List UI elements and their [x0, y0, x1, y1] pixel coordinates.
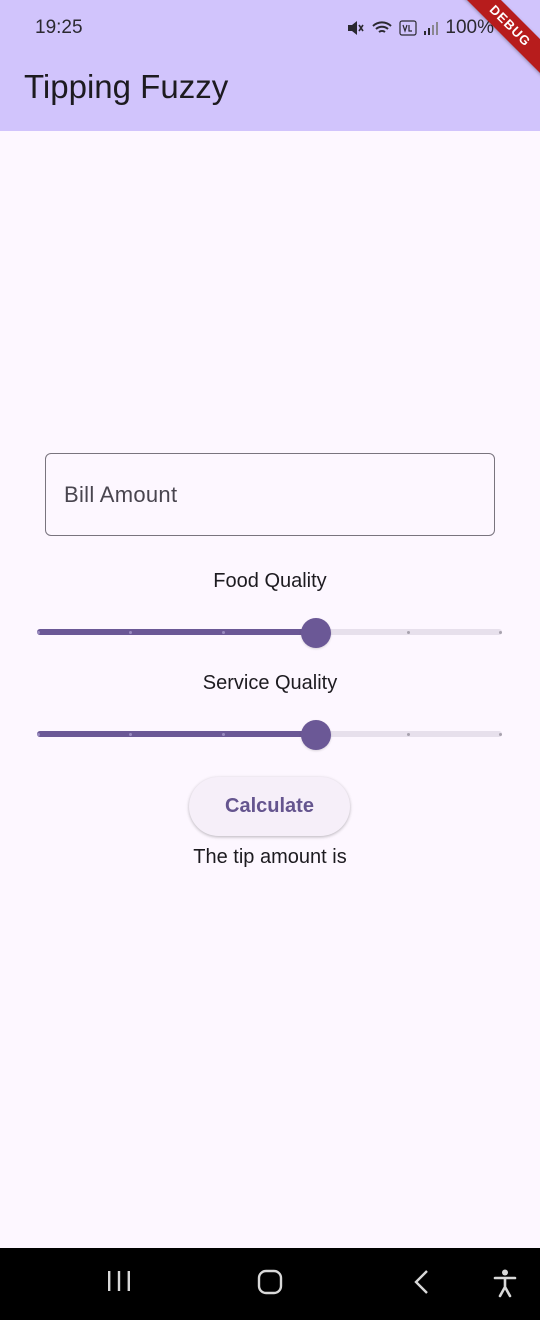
slider-tick [222, 631, 225, 634]
bill-amount-placeholder: Bill Amount [64, 482, 178, 507]
app-title: Tipping Fuzzy [24, 68, 229, 105]
slider-tick [37, 631, 40, 634]
slider-tick [37, 733, 40, 736]
system-nav-bar [0, 1248, 540, 1320]
service-quality-label: Service Quality [202, 672, 338, 694]
slider-tick [499, 631, 502, 634]
slider-thumb[interactable] [301, 618, 331, 648]
wifi-icon [372, 21, 393, 33]
status-time: 19:25 [35, 17, 83, 38]
food-quality-label: Food Quality [213, 570, 327, 592]
home-icon[interactable] [256, 1268, 284, 1296]
slider-tick [222, 733, 225, 736]
slider-tick [407, 631, 410, 634]
service-quality-slider[interactable] [37, 720, 502, 750]
calculate-button[interactable]: Calculate [189, 777, 350, 836]
tip-result-text: The tip amount is [193, 846, 347, 868]
slider-active-track [37, 731, 316, 737]
screen: 19:25 100% Tipping Fuzzy DEBUG Bill Amou… [0, 0, 540, 1320]
slider-thumb[interactable] [301, 720, 331, 750]
mute-icon [348, 21, 365, 35]
app-bar: 19:25 100% Tipping Fuzzy [0, 0, 540, 131]
volte-icon [399, 20, 417, 36]
slider-tick [129, 631, 132, 634]
bill-amount-field[interactable]: Bill Amount [45, 453, 495, 536]
food-quality-slider[interactable] [37, 618, 502, 648]
slider-tick [499, 733, 502, 736]
slider-active-track [37, 629, 316, 635]
slider-tick [407, 733, 410, 736]
recents-icon[interactable] [106, 1268, 132, 1296]
slider-tick [129, 733, 132, 736]
signal-icon [424, 22, 439, 35]
back-icon[interactable] [410, 1268, 434, 1296]
status-icons: 100% [345, 17, 494, 39]
accessibility-icon[interactable] [491, 1268, 519, 1298]
